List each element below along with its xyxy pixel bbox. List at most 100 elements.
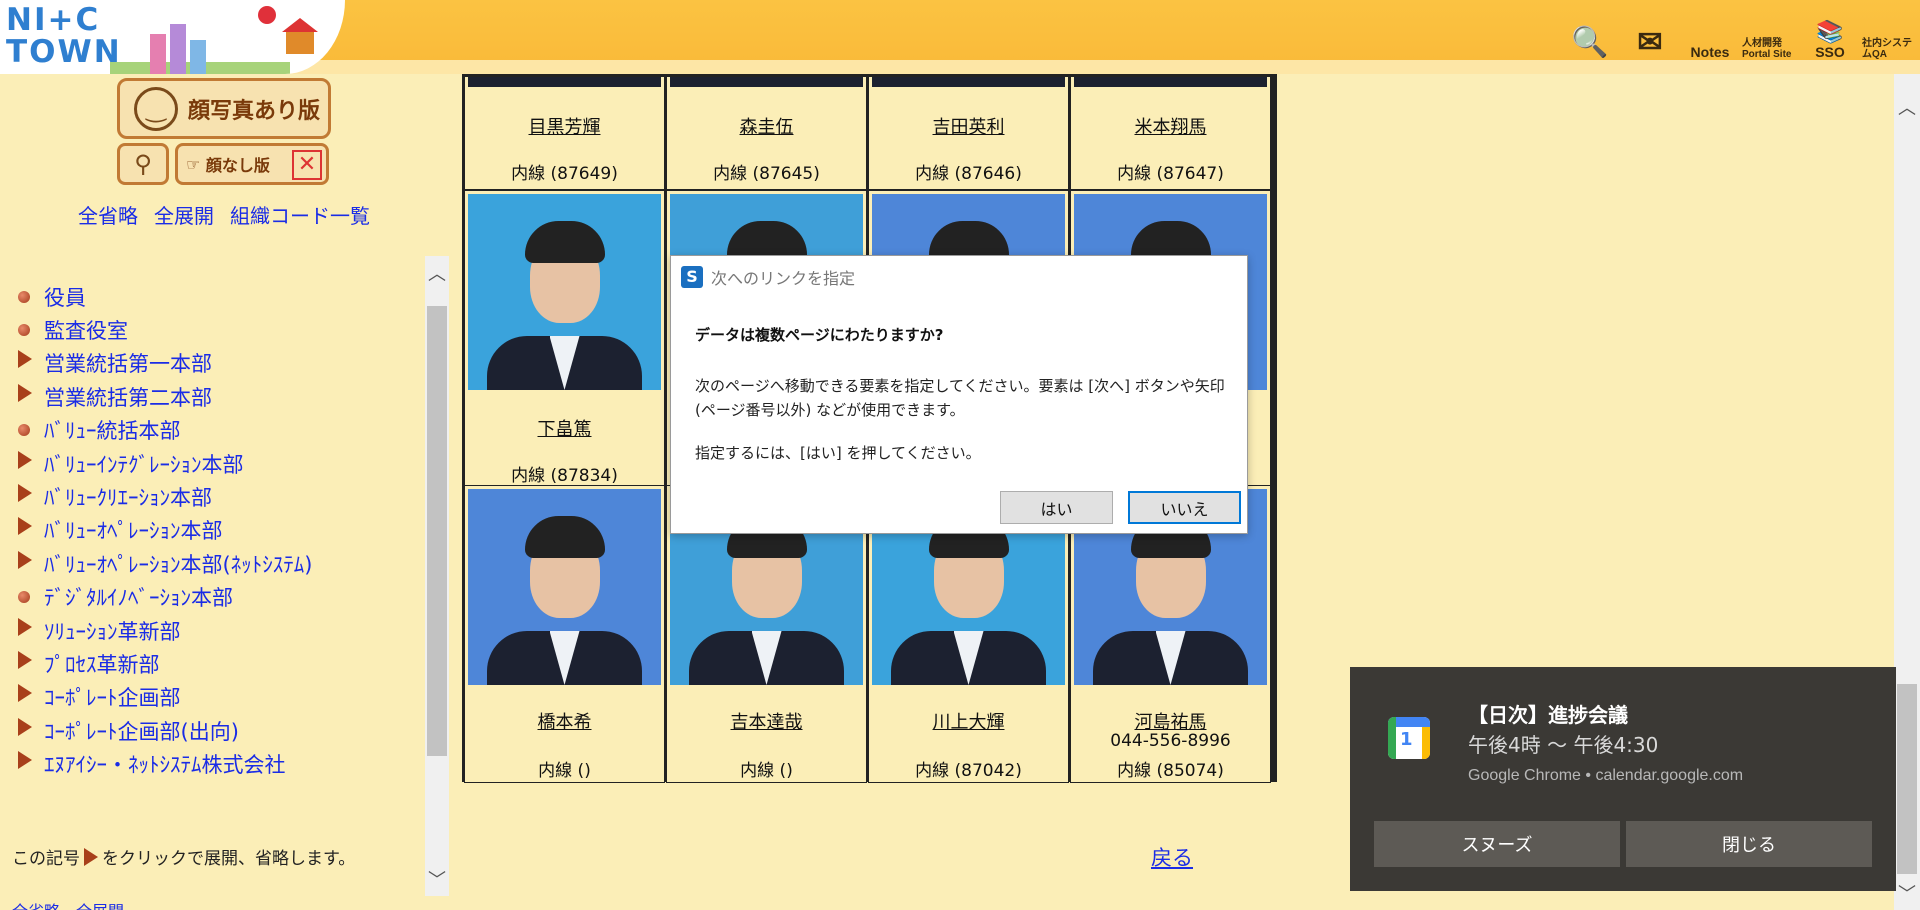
expand-triangle-icon[interactable] <box>18 684 32 703</box>
employee-photo[interactable] <box>468 77 661 87</box>
tree-item-label[interactable]: ｺｰﾎﾟﾚｰﾄ企画部 <box>44 682 181 712</box>
tree-item-label[interactable]: 役員 <box>44 282 86 312</box>
search-person-icon[interactable]: 🔍 <box>1562 2 1618 60</box>
tree-item[interactable]: ﾊﾞﾘｭｰ統括本部 <box>14 414 312 447</box>
employee-name-link[interactable]: 吉本達哉 <box>667 708 866 734</box>
back-link[interactable]: 戻る <box>1151 842 1193 872</box>
tree-item-label[interactable]: ｺｰﾎﾟﾚｰﾄ企画部(出向) <box>44 716 239 746</box>
expand-triangle-icon[interactable] <box>18 350 32 369</box>
no-button[interactable]: いいえ <box>1128 491 1241 524</box>
expand-triangle-icon[interactable] <box>18 650 32 669</box>
scroll-down-arrow-icon[interactable]: ﹀ <box>1895 880 1919 906</box>
smiley-face-icon: ‿ <box>134 86 178 131</box>
employee-name-link[interactable]: 森圭伍 <box>667 113 866 139</box>
tree-item-label[interactable]: ﾌﾟﾛｾｽ革新部 <box>44 649 160 679</box>
employee-phone: 044-556-8996 <box>1110 731 1231 751</box>
search-button[interactable]: ⚲ <box>117 143 169 185</box>
bullet-icon <box>18 290 30 303</box>
tree-item-label[interactable]: ﾊﾞﾘｭｰｸﾘｴｰｼｮﾝ本部 <box>44 482 212 512</box>
no-face-version-button[interactable]: ☞ 顔なし版 ✕ <box>175 143 329 185</box>
page-scroll-thumb[interactable] <box>1897 684 1917 874</box>
portal-site-icon[interactable]: 人材開発 Portal Site <box>1742 2 1798 60</box>
tree-item[interactable]: ｺｰﾎﾟﾚｰﾄ企画部 <box>14 681 312 714</box>
tree-item[interactable]: ﾌﾟﾛｾｽ革新部 <box>14 647 312 680</box>
tree-help-note: この記号 をクリックで展開、省略します。 <box>12 844 355 869</box>
expand-triangle-icon[interactable] <box>18 751 32 770</box>
employee-name-link[interactable]: 橋本希 <box>465 708 664 734</box>
tree-item[interactable]: 監査役室 <box>14 313 312 346</box>
tree-item-label[interactable]: ﾊﾞﾘｭｰ統括本部 <box>44 415 181 445</box>
tree-item-label[interactable]: ﾊﾞﾘｭｰｲﾝﾃｸﾞﾚｰｼｮﾝ本部 <box>44 449 244 479</box>
sso-icon[interactable]: 📚 SSO <box>1802 2 1858 61</box>
expand-triangle-icon[interactable] <box>18 450 32 469</box>
logo-building <box>190 40 206 74</box>
photo-version-button[interactable]: ‿ 顔写真あり版 <box>117 78 331 139</box>
scroll-down-arrow-icon[interactable]: ﹀ <box>425 866 449 892</box>
expand-triangle-icon[interactable] <box>18 550 32 569</box>
sidebar-scroll-thumb[interactable] <box>427 306 447 756</box>
tree-item-label[interactable]: 営業統括第二本部 <box>44 382 212 412</box>
portal-label: 人材開発 Portal Site <box>1742 38 1792 60</box>
sidebar-links: 全省略 全展開 組織コード一覧 <box>78 200 370 229</box>
header-icon-bar: 🔍 ✉ Notes 人材開発 Portal Site 📚 SSO 社内システムQA <box>1562 0 1920 61</box>
org-code-list-link[interactable]: 組織コード一覧 <box>230 200 370 229</box>
tree-item[interactable]: ｴﾇｱｲｼｰ・ﾈｯﾄｼｽﾃﾑ株式会社 <box>14 747 312 780</box>
tree-item[interactable]: ｿﾘｭｰｼｮﾝ革新部 <box>14 614 312 647</box>
snooze-button[interactable]: スヌーズ <box>1374 821 1620 867</box>
collapse-all-link[interactable]: 全省略 <box>78 200 138 229</box>
notes-label: Notes <box>1690 44 1730 60</box>
expand-all-link[interactable]: 全展開 <box>154 200 214 229</box>
nic-town-logo[interactable]: NI+C TOWN <box>0 0 345 74</box>
tree-item[interactable]: ﾊﾞﾘｭｰｸﾘｴｰｼｮﾝ本部 <box>14 480 312 513</box>
tree-item[interactable]: ｺｰﾎﾟﾚｰﾄ企画部(出向) <box>14 714 312 747</box>
employee-name-link[interactable]: 川上大輝 <box>869 708 1068 734</box>
expand-triangle-icon[interactable] <box>18 383 32 402</box>
sidebar-scrollbar[interactable]: ︿ ﹀ <box>425 256 449 896</box>
employee-name-link[interactable]: 目黒芳輝 <box>465 113 664 139</box>
employee-name-link[interactable]: 下畠篤 <box>465 415 664 441</box>
next-link-dialog: S 次へのリンクを指定 データは複数ページにわたりますか? 次のページへ移動でき… <box>670 255 1248 534</box>
expand-triangle-icon[interactable] <box>18 484 32 503</box>
employee-extension: 内線 (87834) <box>511 466 618 486</box>
tree-item-label[interactable]: ﾊﾞﾘｭｰｵﾍﾟﾚｰｼｮﾝ本部(ﾈｯﾄｼｽﾃﾑ) <box>44 549 312 579</box>
tree-item-label[interactable]: 監査役室 <box>44 315 128 345</box>
tree-item[interactable]: ﾊﾞﾘｭｰｵﾍﾟﾚｰｼｮﾝ本部 <box>14 514 312 547</box>
tree-item-label[interactable]: ｿﾘｭｰｼｮﾝ革新部 <box>44 616 181 646</box>
tree-item[interactable]: ﾃﾞｼﾞﾀﾙｲﾉﾍﾞｰｼｮﾝ本部 <box>14 581 312 614</box>
expand-triangle-icon[interactable] <box>18 617 32 636</box>
bottom-links-partial[interactable]: 全省略 全展開 <box>12 898 124 910</box>
pin-icon <box>258 6 276 24</box>
notes-icon[interactable]: Notes <box>1682 2 1738 60</box>
expand-triangle-icon[interactable] <box>18 717 32 736</box>
tree-item[interactable]: 役員 <box>14 280 312 313</box>
tree-item-label[interactable]: ﾊﾞﾘｭｰｵﾍﾟﾚｰｼｮﾝ本部 <box>44 515 223 545</box>
employee-photo[interactable] <box>872 77 1065 87</box>
scroll-up-arrow-icon[interactable]: ︿ <box>1895 94 1919 120</box>
expand-triangle-icon[interactable] <box>18 517 32 536</box>
employee-extension: 内線 () <box>538 761 591 781</box>
employee-photo[interactable] <box>1074 77 1267 87</box>
employee-photo[interactable] <box>468 489 661 685</box>
yes-button[interactable]: はい <box>1000 491 1113 524</box>
mail-icon[interactable]: ✉ <box>1622 2 1678 60</box>
tree-item-label[interactable]: ﾃﾞｼﾞﾀﾙｲﾉﾍﾞｰｼｮﾝ本部 <box>44 582 233 612</box>
employee-extension: 内線 (85074) <box>1117 761 1224 781</box>
employee-extension: 内線 (87647) <box>1117 164 1224 184</box>
google-calendar-icon: 1 <box>1388 717 1430 759</box>
page-scrollbar[interactable]: ︿ ﹀ <box>1894 74 1920 910</box>
employee-photo[interactable] <box>670 77 863 87</box>
tree-item[interactable]: 営業統括第二本部 <box>14 380 312 413</box>
tree-item-label[interactable]: ｴﾇｱｲｼｰ・ﾈｯﾄｼｽﾃﾑ株式会社 <box>44 749 286 779</box>
employee-name-link[interactable]: 米本翔馬 <box>1071 113 1270 139</box>
employee-name-link[interactable]: 吉田英利 <box>869 113 1068 139</box>
tree-item-label[interactable]: 営業統括第一本部 <box>44 348 212 378</box>
scroll-up-arrow-icon[interactable]: ︿ <box>425 260 449 286</box>
close-button[interactable]: 閉じる <box>1626 821 1872 867</box>
employee-extension: 内線 (87645) <box>713 164 820 184</box>
calendar-notification[interactable]: 1 【日次】進捗会議 午後4時 〜 午後4:30 Google Chrome •… <box>1350 667 1896 891</box>
tree-item[interactable]: 営業統括第一本部 <box>14 347 312 380</box>
internal-system-qa-icon[interactable]: 社内システムQA <box>1862 2 1918 60</box>
tree-item[interactable]: ﾊﾞﾘｭｰｲﾝﾃｸﾞﾚｰｼｮﾝ本部 <box>14 447 312 480</box>
employee-photo[interactable] <box>468 194 661 390</box>
tree-item[interactable]: ﾊﾞﾘｭｰｵﾍﾟﾚｰｼｮﾝ本部(ﾈｯﾄｼｽﾃﾑ) <box>14 547 312 580</box>
